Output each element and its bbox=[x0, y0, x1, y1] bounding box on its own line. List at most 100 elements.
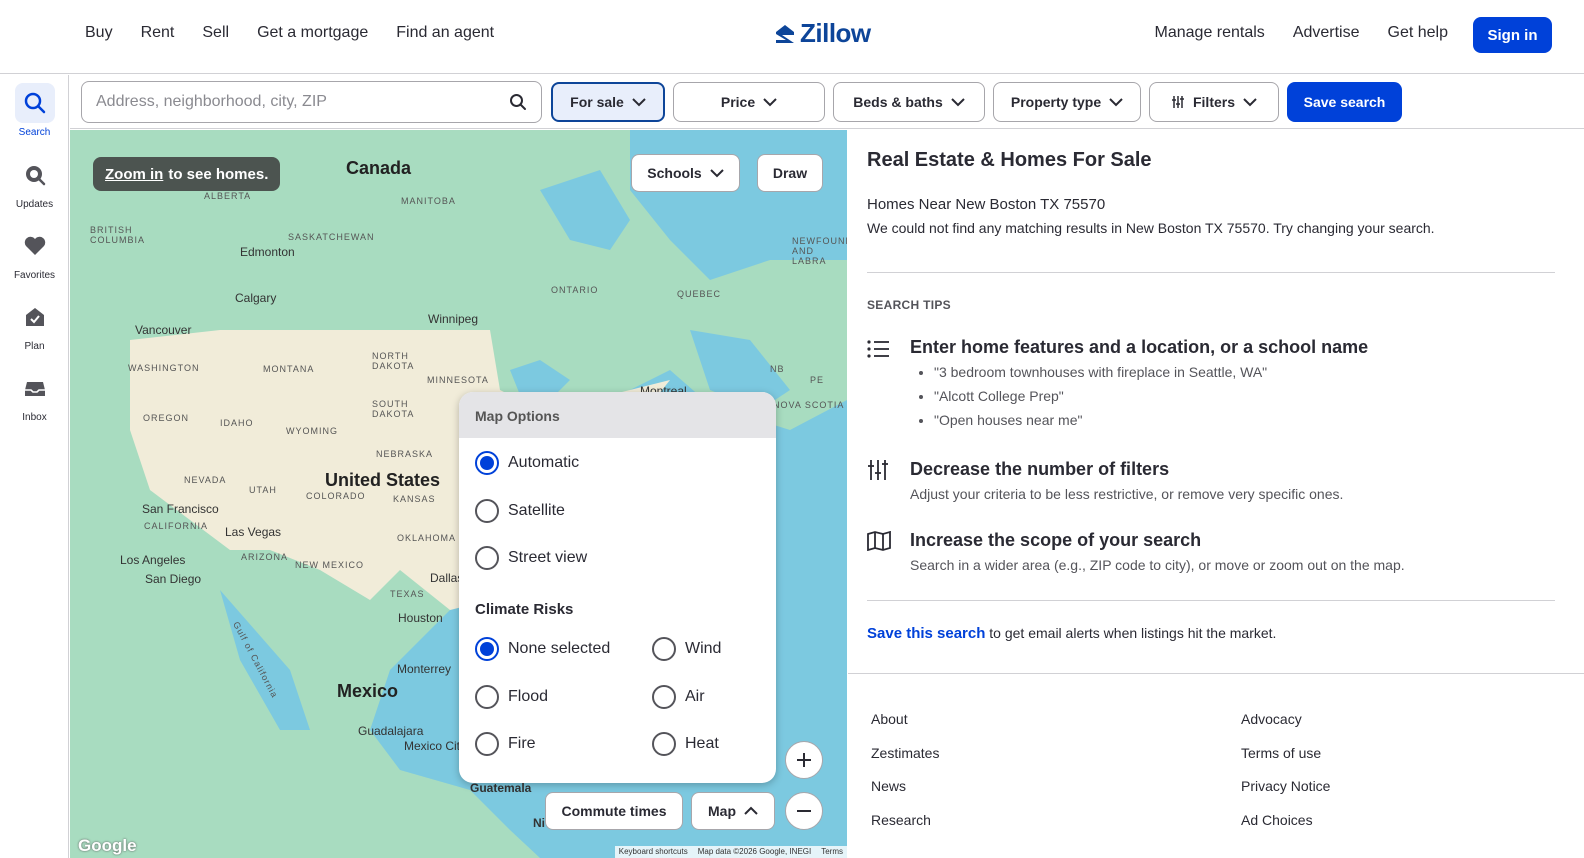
radio-button[interactable] bbox=[652, 637, 676, 661]
footer-link-ad-choices[interactable]: Ad Choices bbox=[1241, 812, 1313, 828]
search-icon[interactable] bbox=[509, 93, 527, 111]
map-label-region: SOUTH DAKOTA bbox=[372, 399, 415, 419]
nav-rent[interactable]: Rent bbox=[141, 24, 175, 42]
radio-button[interactable] bbox=[652, 685, 676, 709]
nav-find-agent[interactable]: Find an agent bbox=[396, 24, 494, 42]
nav-get-mortgage[interactable]: Get a mortgage bbox=[257, 24, 368, 42]
nav-left: Buy Rent Sell Get a mortgage Find an age… bbox=[85, 24, 522, 42]
footer-link-zestimates[interactable]: Zestimates bbox=[871, 745, 939, 761]
nav-sell[interactable]: Sell bbox=[202, 24, 229, 42]
save-search-button[interactable]: Save search bbox=[1287, 82, 1402, 122]
radio-fire[interactable]: Fire bbox=[475, 732, 536, 756]
zoom-in-button[interactable] bbox=[785, 741, 823, 779]
beds-baths-label: Beds & baths bbox=[853, 94, 943, 110]
terms-link[interactable]: Terms bbox=[821, 847, 843, 857]
map-label-region: NEVADA bbox=[184, 475, 227, 485]
more-filters-dropdown[interactable]: Filters bbox=[1149, 82, 1279, 122]
nav-buy[interactable]: Buy bbox=[85, 24, 113, 42]
left-rail: Search Updates Favorites Plan Inbox bbox=[0, 75, 69, 858]
sign-in-button[interactable]: Sign in bbox=[1473, 17, 1552, 53]
footer-link-about[interactable]: About bbox=[871, 711, 908, 727]
map-label-region: WASHINGTON bbox=[128, 363, 200, 373]
for-sale-dropdown[interactable]: For sale bbox=[551, 82, 665, 122]
map-label-region: NEWFOUND AND LABRA bbox=[792, 236, 847, 266]
radio-label: Heat bbox=[685, 735, 719, 752]
radio-heat[interactable]: Heat bbox=[652, 732, 719, 756]
map-label-region: IDAHO bbox=[220, 418, 254, 428]
map-options-panel: Map Options Automatic Satellite Street v… bbox=[459, 392, 776, 783]
map-label-region: NORTH DAKOTA bbox=[372, 351, 415, 371]
nav-advertise[interactable]: Advertise bbox=[1293, 24, 1360, 42]
search-input[interactable] bbox=[96, 93, 509, 111]
radio-label: Automatic bbox=[508, 454, 580, 471]
search-tips-title: SEARCH TIPS bbox=[867, 298, 951, 312]
commute-times-button[interactable]: Commute times bbox=[545, 792, 683, 830]
sliders-icon bbox=[868, 460, 888, 480]
radio-label: Wind bbox=[685, 640, 722, 657]
radio-flood[interactable]: Flood bbox=[475, 685, 548, 709]
map-label-city: Guadalajara bbox=[358, 724, 424, 738]
property-type-dropdown[interactable]: Property type bbox=[993, 82, 1141, 122]
radio-wind[interactable]: Wind bbox=[652, 637, 721, 661]
map-label-city: Winnipeg bbox=[428, 312, 479, 326]
rail-favorites[interactable]: Favorites bbox=[0, 226, 69, 281]
footer-link-research[interactable]: Research bbox=[871, 812, 931, 828]
radio-button[interactable] bbox=[652, 732, 676, 756]
radio-air[interactable]: Air bbox=[652, 685, 705, 709]
map-label-country: United States bbox=[325, 470, 441, 490]
map-label-region: NEW MEXICO bbox=[295, 560, 365, 570]
map-icon bbox=[867, 531, 891, 551]
filter-bar: For sale Price Beds & baths Property typ… bbox=[70, 75, 1584, 129]
map-label-region: UTAH bbox=[249, 485, 277, 495]
tip-example: "Alcott College Prep" bbox=[934, 388, 1267, 404]
zoom-in-link[interactable]: Zoom in bbox=[105, 166, 163, 183]
radio-automatic[interactable]: Automatic bbox=[475, 451, 579, 475]
tip-heading: Enter home features and a location, or a… bbox=[910, 337, 1369, 357]
chevron-down-icon bbox=[1109, 98, 1123, 107]
footer-link-privacy[interactable]: Privacy Notice bbox=[1241, 778, 1330, 794]
divider bbox=[867, 272, 1555, 273]
keyboard-shortcuts-link[interactable]: Keyboard shortcuts bbox=[619, 847, 688, 857]
map-type-button[interactable]: Map bbox=[691, 792, 775, 830]
rail-updates[interactable]: Updates bbox=[0, 155, 69, 210]
radio-button[interactable] bbox=[475, 499, 499, 523]
price-dropdown[interactable]: Price bbox=[673, 82, 825, 122]
results-panel: Real Estate & Homes For Sale Homes Near … bbox=[848, 130, 1584, 858]
map-label-region: ALBERTA bbox=[204, 191, 252, 201]
radio-button[interactable] bbox=[475, 637, 499, 661]
radio-street-view[interactable]: Street view bbox=[475, 546, 587, 570]
save-this-search-link[interactable]: Save this search bbox=[867, 625, 985, 642]
radio-button[interactable] bbox=[475, 546, 499, 570]
draw-button[interactable]: Draw bbox=[757, 154, 823, 192]
nav-get-help[interactable]: Get help bbox=[1388, 24, 1448, 42]
map-label-region: OREGON bbox=[143, 413, 190, 423]
rail-label: Inbox bbox=[22, 412, 47, 423]
radio-button[interactable] bbox=[475, 732, 499, 756]
for-sale-label: For sale bbox=[570, 94, 624, 110]
schools-dropdown[interactable]: Schools bbox=[631, 154, 740, 192]
map[interactable]: Canada United States Mexico ALBERTA BRIT… bbox=[70, 130, 847, 858]
nav-manage-rentals[interactable]: Manage rentals bbox=[1155, 24, 1265, 42]
footer-link-terms[interactable]: Terms of use bbox=[1241, 745, 1321, 761]
radio-button[interactable] bbox=[475, 451, 499, 475]
beds-baths-dropdown[interactable]: Beds & baths bbox=[833, 82, 985, 122]
updates-icon bbox=[15, 155, 55, 195]
plus-icon bbox=[797, 753, 811, 767]
logo-text: Zillow bbox=[800, 18, 871, 48]
map-attribution: Keyboard shortcuts Map data ©2026 Google… bbox=[614, 846, 847, 858]
footer-link-advocacy[interactable]: Advocacy bbox=[1241, 711, 1302, 727]
radio-satellite[interactable]: Satellite bbox=[475, 499, 565, 523]
radio-none-selected[interactable]: None selected bbox=[475, 637, 610, 661]
rail-plan[interactable]: Plan bbox=[0, 297, 69, 352]
rail-search[interactable]: Search bbox=[0, 83, 69, 138]
radio-button[interactable] bbox=[475, 685, 499, 709]
zoom-out-button[interactable] bbox=[785, 792, 823, 830]
map-label-region: PE bbox=[810, 375, 825, 385]
radio-label: None selected bbox=[508, 640, 611, 657]
rail-inbox[interactable]: Inbox bbox=[0, 368, 69, 423]
map-label-region: QUEBEC bbox=[677, 289, 722, 299]
zillow-logo[interactable]: Zillow bbox=[774, 18, 871, 49]
map-label-city: Las Vegas bbox=[225, 525, 282, 539]
footer-link-news[interactable]: News bbox=[871, 778, 906, 794]
map-label-region: ONTARIO bbox=[551, 285, 599, 295]
